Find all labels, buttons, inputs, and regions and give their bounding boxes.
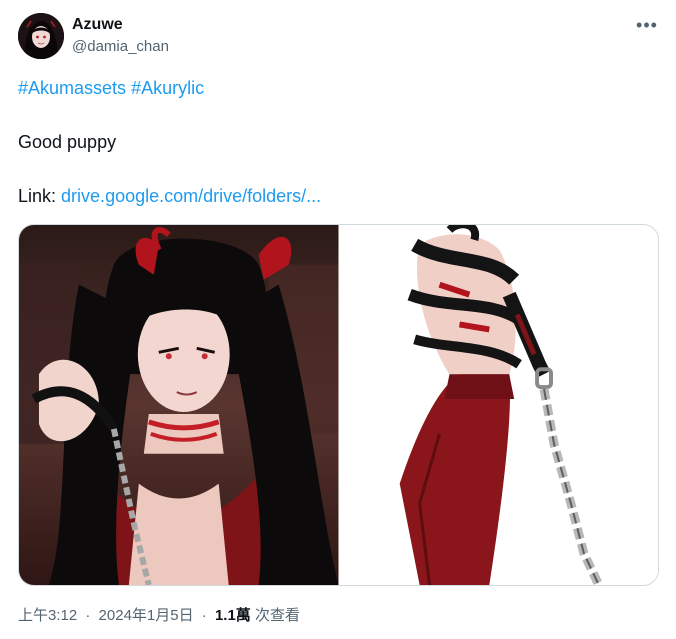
tweet-text: #Akumassets #Akurylic Good puppy Link: d… (18, 74, 658, 210)
avatar[interactable] (18, 13, 64, 59)
drive-link[interactable]: drive.google.com/drive/folders/... (61, 186, 321, 206)
link-line: Link: drive.google.com/drive/folders/... (18, 182, 658, 210)
author-display-name[interactable]: Azuwe (72, 15, 169, 35)
line-break (18, 102, 658, 128)
link-label: Link: (18, 186, 57, 206)
author-handle[interactable]: @damia_chan (72, 37, 169, 57)
separator: · (85, 607, 91, 624)
hashtag-line: #Akumassets #Akurylic (18, 74, 658, 102)
views-label: 次查看 (254, 607, 300, 624)
media-image-2[interactable] (338, 225, 658, 585)
views-count: 1.1萬 (214, 607, 251, 624)
character-illustration (19, 225, 339, 585)
hashtag-akumassets[interactable]: #Akumassets (18, 78, 126, 98)
tweet-time[interactable]: 上午3:12 (18, 607, 77, 624)
tweet-date[interactable]: 2024年1月5日 (99, 607, 194, 624)
avatar-image (18, 13, 64, 59)
more-horizontal-icon[interactable]: ••• (634, 14, 660, 36)
author-names: Azuwe @damia_chan (72, 15, 169, 57)
hashtag-akurylic[interactable]: #Akurylic (131, 78, 204, 98)
separator: · (201, 607, 207, 624)
tweet-meta: 上午3:12 · 2024年1月5日 · 1.1萬 次查看 (18, 606, 300, 626)
tweet-message: Good puppy (18, 132, 117, 152)
tweet-header: Azuwe @damia_chan ••• (18, 12, 660, 60)
line-break (18, 156, 658, 182)
media-grid (18, 224, 659, 586)
media-image-1[interactable] (19, 225, 339, 585)
hand-leash-illustration (339, 225, 658, 585)
